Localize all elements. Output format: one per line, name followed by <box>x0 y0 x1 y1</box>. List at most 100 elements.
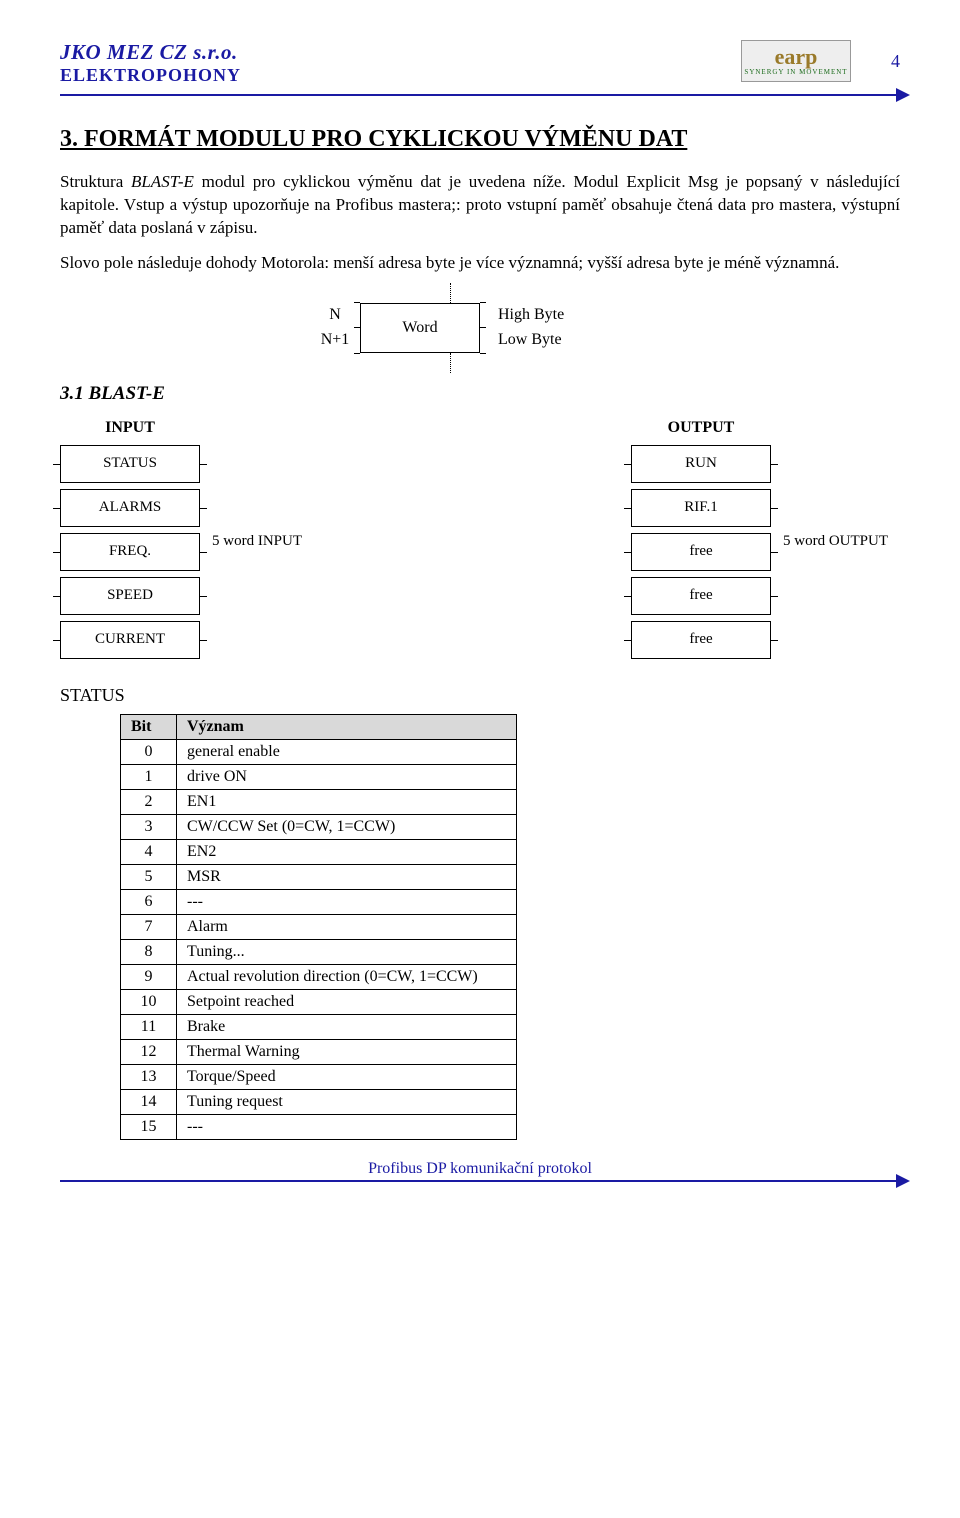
input-head: INPUT <box>60 419 200 437</box>
input-cell-alarms: ALARMS <box>60 489 200 527</box>
bit-cell: 3 <box>121 814 177 839</box>
table-row: 14Tuning request <box>121 1089 517 1114</box>
meaning-cell: general enable <box>177 739 517 764</box>
table-row: 3CW/CCW Set (0=CW, 1=CCW) <box>121 814 517 839</box>
high-byte-label: High Byte <box>498 303 564 328</box>
table-row: 15--- <box>121 1114 517 1139</box>
bit-cell: 12 <box>121 1039 177 1064</box>
page-header: JKO MEZ CZ s.r.o. ELEKTROPOHONY earp SYN… <box>60 40 900 86</box>
input-cell-speed: SPEED <box>60 577 200 615</box>
bit-cell: 10 <box>121 989 177 1014</box>
bit-cell: 14 <box>121 1089 177 1114</box>
bit-cell: 5 <box>121 864 177 889</box>
page-number: 4 <box>891 51 900 72</box>
logo-tagline: SYNERGY IN MOVEMENT <box>744 68 847 76</box>
input-stack: INPUT STATUS ALARMS FREQ. SPEED CURRENT <box>60 419 200 665</box>
input-cell-status: STATUS <box>60 445 200 483</box>
output-cell-rif1: RIF.1 <box>631 489 771 527</box>
table-row: 12Thermal Warning <box>121 1039 517 1064</box>
input-side-label: 5 word INPUT <box>212 533 302 550</box>
table-row: 1drive ON <box>121 764 517 789</box>
footer-text: Profibus DP komunikační protokol <box>60 1160 900 1178</box>
output-cell-run: RUN <box>631 445 771 483</box>
output-wrap: OUTPUT RUN RIF.1 free free free 5 word O… <box>631 419 900 665</box>
table-row: 5MSR <box>121 864 517 889</box>
para1-blast: BLAST-E <box>131 172 194 191</box>
table-row: 6--- <box>121 889 517 914</box>
meaning-cell: Thermal Warning <box>177 1039 517 1064</box>
word-n1-label: N+1 <box>310 328 360 353</box>
tick <box>354 302 360 303</box>
table-row: 8Tuning... <box>121 939 517 964</box>
table-row: 7Alarm <box>121 914 517 939</box>
output-cell-free2: free <box>631 577 771 615</box>
dotted-bot <box>450 353 451 373</box>
tick <box>354 353 360 354</box>
table-row: 11Brake <box>121 1014 517 1039</box>
meaning-cell: EN2 <box>177 839 517 864</box>
table-row: 4EN2 <box>121 839 517 864</box>
paragraph-1: Struktura BLAST-E modul pro cyklickou vý… <box>60 171 900 240</box>
meaning-cell: EN1 <box>177 789 517 814</box>
output-cell-free1: free <box>631 533 771 571</box>
table-row: 9Actual revolution direction (0=CW, 1=CC… <box>121 964 517 989</box>
th-mean: Význam <box>177 714 517 739</box>
bit-cell: 1 <box>121 764 177 789</box>
output-head: OUTPUT <box>631 419 771 437</box>
table-row: 13Torque/Speed <box>121 1064 517 1089</box>
word-n-label: N <box>310 303 360 328</box>
status-heading: STATUS <box>60 685 900 706</box>
output-stack: OUTPUT RUN RIF.1 free free free <box>631 419 771 665</box>
meaning-cell: Tuning... <box>177 939 517 964</box>
meaning-cell: --- <box>177 1114 517 1139</box>
meaning-cell: MSR <box>177 864 517 889</box>
tick <box>480 327 486 328</box>
input-cell-current: CURRENT <box>60 621 200 659</box>
para1-a: Struktura <box>60 172 131 191</box>
bit-cell: 6 <box>121 889 177 914</box>
bit-cell: 2 <box>121 789 177 814</box>
bit-cell: 8 <box>121 939 177 964</box>
output-cell-free3: free <box>631 621 771 659</box>
company-name: JKO MEZ CZ s.r.o. <box>60 40 241 65</box>
meaning-cell: Torque/Speed <box>177 1064 517 1089</box>
header-arrow-line <box>60 94 900 96</box>
th-bit: Bit <box>121 714 177 739</box>
meaning-cell: Setpoint reached <box>177 989 517 1014</box>
status-table: Bit Význam 0general enable1drive ON2EN13… <box>120 714 517 1140</box>
company-subtitle: ELEKTROPOHONY <box>60 65 241 86</box>
dotted-top <box>450 283 451 303</box>
input-cell-freq: FREQ. <box>60 533 200 571</box>
bit-cell: 15 <box>121 1114 177 1139</box>
tick <box>480 302 486 303</box>
bit-cell: 7 <box>121 914 177 939</box>
bit-cell: 11 <box>121 1014 177 1039</box>
word-diagram: N N+1 Word High Byte Low Byte <box>310 303 650 353</box>
tick <box>354 327 360 328</box>
io-diagram: INPUT STATUS ALARMS FREQ. SPEED CURRENT … <box>60 419 900 665</box>
logo-text: earp <box>775 46 818 68</box>
meaning-cell: drive ON <box>177 764 517 789</box>
meaning-cell: Alarm <box>177 914 517 939</box>
low-byte-label: Low Byte <box>498 328 564 353</box>
header-left: JKO MEZ CZ s.r.o. ELEKTROPOHONY <box>60 40 241 86</box>
footer-arrow-line <box>60 1180 900 1182</box>
earp-logo: earp SYNERGY IN MOVEMENT <box>741 40 851 82</box>
bit-cell: 13 <box>121 1064 177 1089</box>
table-row: 0general enable <box>121 739 517 764</box>
bit-cell: 9 <box>121 964 177 989</box>
meaning-cell: CW/CCW Set (0=CW, 1=CCW) <box>177 814 517 839</box>
table-row: 2EN1 <box>121 789 517 814</box>
output-side-label: 5 word OUTPUT <box>783 533 888 550</box>
tick <box>480 353 486 354</box>
paragraph-2: Slovo pole následuje dohody Motorola: me… <box>60 252 900 275</box>
header-right: earp SYNERGY IN MOVEMENT 4 <box>741 40 900 82</box>
meaning-cell: Actual revolution direction (0=CW, 1=CCW… <box>177 964 517 989</box>
input-wrap: INPUT STATUS ALARMS FREQ. SPEED CURRENT … <box>60 419 314 665</box>
word-box: Word <box>360 303 480 353</box>
table-row: 10Setpoint reached <box>121 989 517 1014</box>
bit-cell: 4 <box>121 839 177 864</box>
bit-cell: 0 <box>121 739 177 764</box>
meaning-cell: Tuning request <box>177 1089 517 1114</box>
meaning-cell: Brake <box>177 1014 517 1039</box>
